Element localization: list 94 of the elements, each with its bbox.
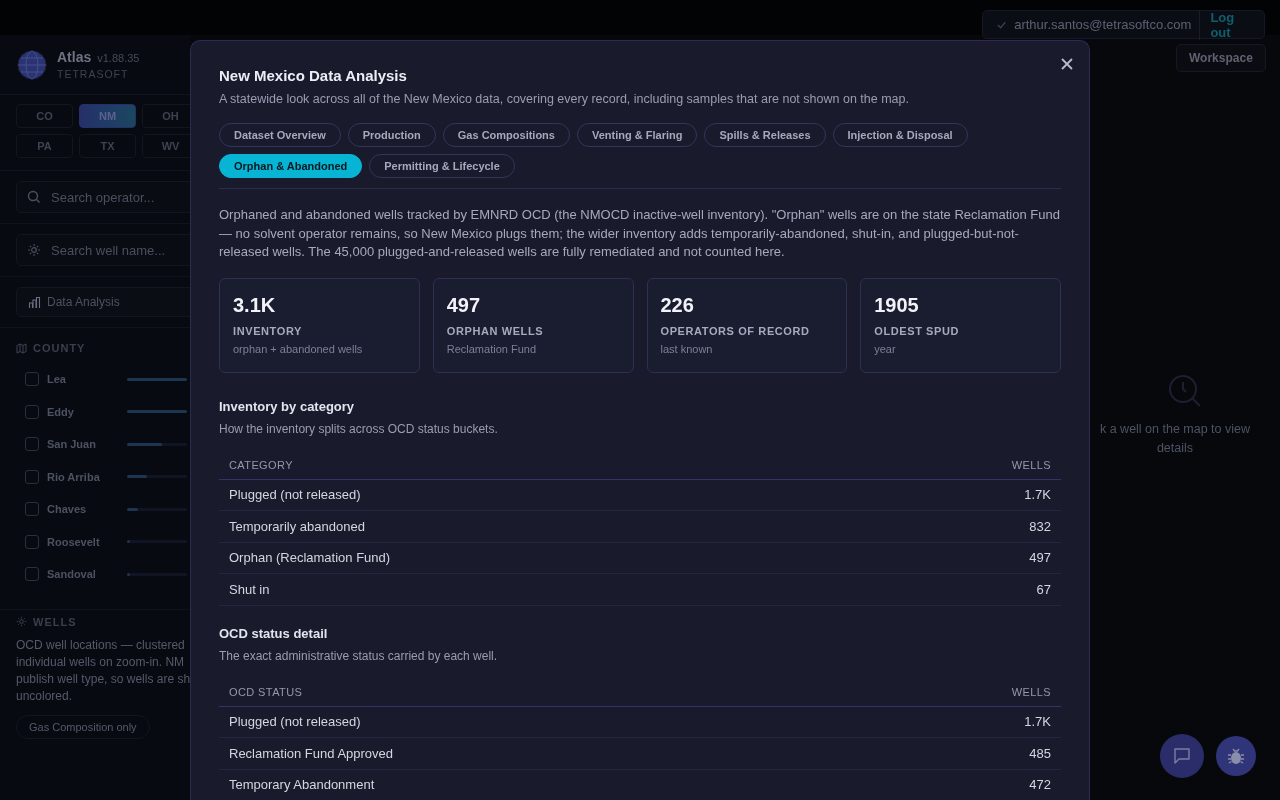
description-text: Orphaned and abandoned wells tracked by EMNRD OCD (the NMOCD inactive-well inventory). "Orphan" wells are on the state Reclamation Fund — no solvent operator remains, so New Mexico plugs them; the wider inventory adds temporarily-abandoned, shut-in, and plugged-but-not-released wells. The 45,000 plugged-and-released wells are fully remediated and not counted here. — [219, 206, 1061, 261]
search-field[interactable]: Search operator... — [16, 181, 190, 213]
column-header: CATEGORY — [219, 451, 854, 479]
state-button[interactable]: OH — [142, 104, 190, 128]
table-cell: 1.7K — [853, 479, 1061, 511]
stat-value: 3.1K — [233, 293, 277, 317]
user-email: arthur.santos@tetrasoftco.com — [1014, 17, 1192, 32]
checkbox[interactable] — [25, 534, 39, 549]
stat-label: INVENTORY — [233, 324, 303, 337]
checkbox[interactable] — [25, 567, 39, 582]
search-field[interactable]: Search well name... — [16, 234, 190, 266]
county-name: Eddy — [47, 405, 75, 418]
stat-note: last known — [660, 342, 714, 355]
county-name: San Juan — [47, 438, 97, 451]
search-icon — [27, 190, 41, 204]
modal-subtitle: A statewide look across all of the New Mexico data, covering every record, including samples that are not shown on the map. — [219, 92, 910, 106]
table-cell: Temporarily abandoned — [219, 510, 854, 542]
state-button[interactable]: CO — [16, 104, 73, 128]
stat-value: 226 — [660, 293, 695, 317]
county-name: Rio Arriba — [47, 470, 101, 483]
stat-note: Reclamation Fund — [446, 342, 538, 355]
county-name: Chaves — [47, 503, 88, 516]
county-name: Sandoval — [47, 568, 97, 581]
table-cell: 472 — [855, 769, 1061, 800]
tab[interactable]: Permitting & Lifecycle — [369, 154, 515, 178]
stat-note: orphan + abandoned wells — [233, 342, 364, 355]
description-text: OCD well locations — clustered — [16, 636, 186, 654]
table-cell: Plugged (not released) — [219, 479, 854, 511]
tab[interactable]: Dataset Overview — [219, 123, 341, 147]
chat-icon — [1173, 747, 1191, 765]
table-cell: 497 — [853, 542, 1061, 574]
tab[interactable]: Production — [347, 123, 436, 147]
description-text: publish well type, so wells are sh — [16, 670, 190, 688]
table-cell: Orphan (Reclamation Fund) — [219, 542, 854, 574]
section-title: Inventory by category — [219, 398, 356, 414]
stat-label: OLDEST SPUD — [874, 324, 961, 337]
section-title: WELLS — [33, 615, 77, 628]
tab[interactable]: Venting & Flaring — [576, 123, 698, 147]
tab[interactable]: Gas Compositions — [442, 123, 570, 147]
checkbox[interactable] — [25, 372, 39, 387]
description-text: individual wells on zoom-in. NM — [16, 653, 186, 671]
stat-value: 1905 — [874, 293, 920, 317]
app-version: v1.88.35 — [97, 52, 140, 64]
table-cell: Shut in — [219, 573, 854, 605]
stat-note: year — [874, 342, 897, 355]
checkbox[interactable] — [25, 404, 39, 419]
modal-title: New Mexico Data Analysis — [219, 67, 408, 84]
county-name: Lea — [47, 373, 67, 386]
checkbox[interactable] — [25, 469, 39, 484]
checkbox[interactable] — [25, 502, 39, 517]
table-cell: 832 — [853, 510, 1061, 542]
checkbox[interactable] — [25, 437, 39, 452]
chat-button[interactable] — [1160, 734, 1204, 778]
column-header: OCD STATUS — [219, 678, 856, 706]
section-subtitle: How the inventory splits across OCD status buckets. — [219, 421, 499, 436]
state-button[interactable]: TX — [79, 134, 136, 158]
section-title: COUNTY — [33, 342, 86, 354]
check-icon — [997, 19, 1007, 30]
globe-icon — [17, 49, 47, 80]
table-cell: Reclamation Fund Approved — [219, 737, 856, 769]
column-header: WELLS — [853, 451, 1061, 479]
tab[interactable]: Injection & Disposal — [832, 123, 968, 147]
state-button[interactable]: NM — [79, 104, 136, 128]
sun-icon — [16, 616, 27, 627]
empty-state-text: k a well on the map to view details — [1098, 421, 1252, 457]
workspace-button[interactable]: Workspace — [1176, 44, 1266, 72]
bug-button[interactable] — [1216, 736, 1256, 776]
description-text: uncolored. — [16, 687, 74, 705]
company-name: TETRASOFT — [57, 68, 130, 80]
table-cell: Plugged (not released) — [219, 706, 856, 738]
logout-link[interactable]: Log out — [1199, 9, 1254, 40]
table-cell: Temporary Abandonment — [219, 769, 856, 800]
close-icon[interactable] — [1060, 57, 1074, 71]
state-button[interactable]: PA — [16, 134, 73, 158]
section-title: OCD status detail — [219, 625, 329, 641]
stat-label: ORPHAN WELLS — [446, 324, 545, 337]
search-clock-icon — [1168, 374, 1202, 408]
county-name: Roosevelt — [47, 535, 101, 548]
bar-chart-icon — [28, 295, 41, 309]
table-cell: 1.7K — [855, 706, 1061, 738]
stat-label: OPERATORS OF RECORD — [660, 324, 811, 337]
sun-icon — [27, 243, 41, 257]
column-header: WELLS — [855, 678, 1061, 706]
tab[interactable]: Spills & Releases — [704, 123, 826, 147]
section-subtitle: The exact administrative status carried by each well. — [219, 648, 499, 663]
state-button[interactable]: WV — [142, 134, 190, 158]
bug-icon — [1228, 747, 1244, 765]
stat-value: 497 — [446, 293, 482, 317]
map-icon — [16, 342, 27, 354]
table-cell: 485 — [855, 737, 1061, 769]
tab[interactable]: Orphan & Abandoned — [219, 154, 363, 178]
app-name: Atlas — [57, 49, 92, 65]
data-analysis-button[interactable]: Data Analysis — [16, 287, 190, 317]
table-cell: 67 — [853, 573, 1061, 605]
